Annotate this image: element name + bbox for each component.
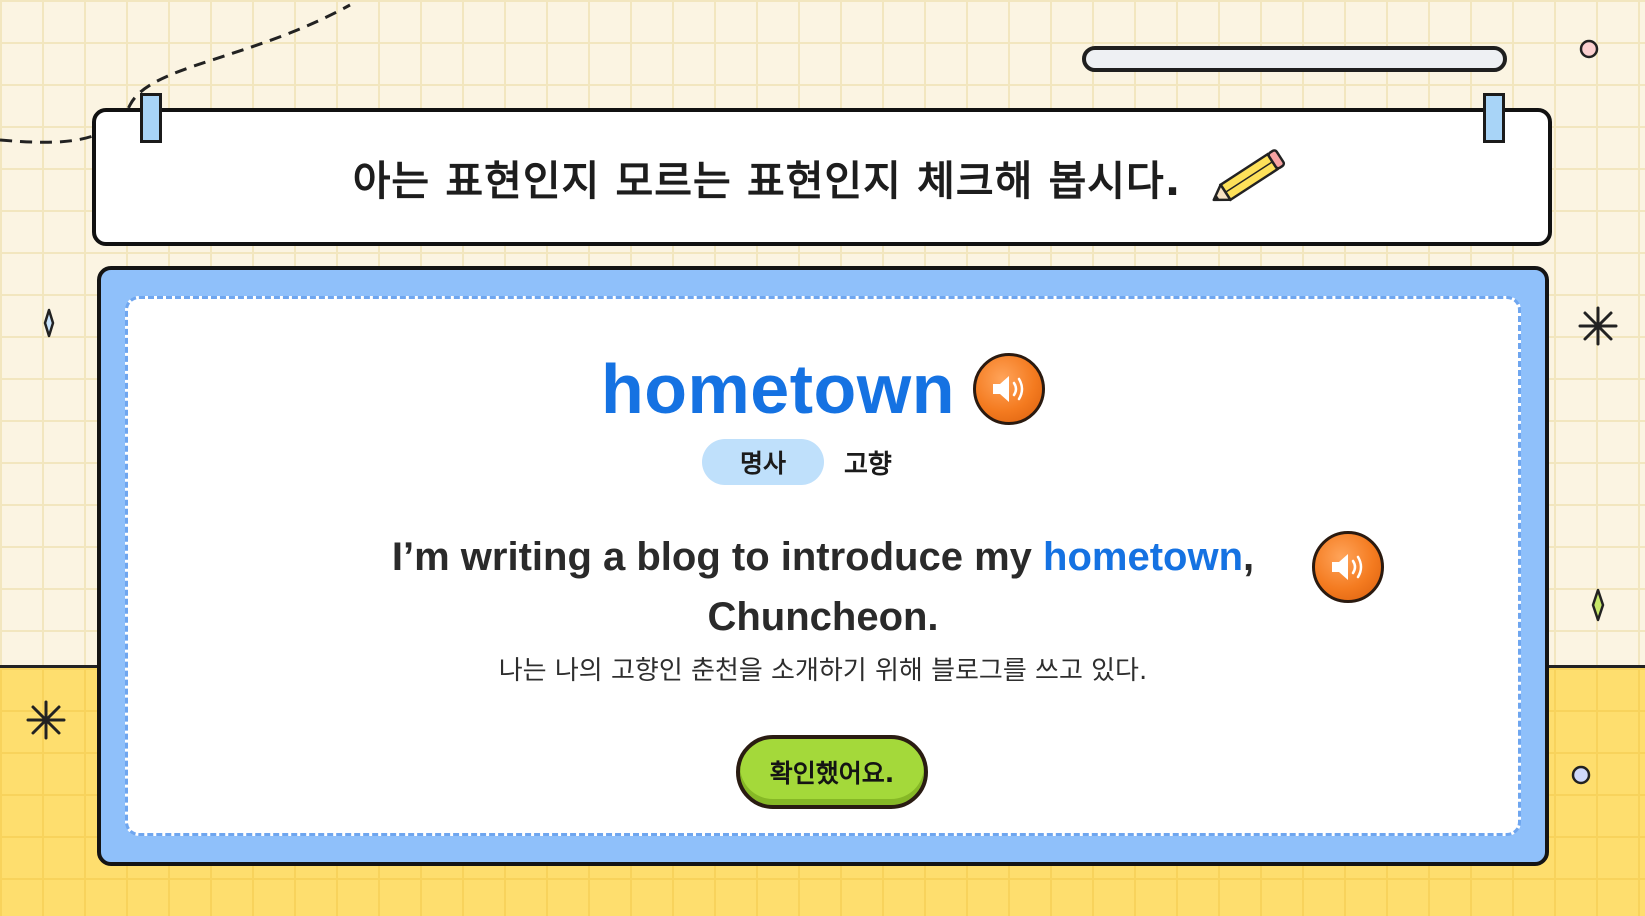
pos-row: 명사 고향	[128, 439, 1518, 485]
vocab-word: hometown	[601, 350, 955, 428]
sparkle-decoration	[43, 308, 55, 338]
circle-decoration	[1571, 765, 1591, 785]
example-sentence: I’m writing a blog to introduce my homet…	[128, 527, 1518, 647]
instruction-banner: 아는 표현인지 모르는 표현인지 체크해 봅시다.	[92, 108, 1552, 246]
speaker-icon	[992, 376, 1024, 402]
sentence-highlight-word: hometown	[1043, 535, 1243, 579]
circle-decoration	[1579, 39, 1599, 59]
word-card: hometown 명사 고향 I’m writing a blog to int…	[97, 266, 1549, 866]
sentence-line-2: Chuncheon.	[707, 595, 939, 639]
clip-right	[1483, 93, 1505, 143]
instruction-text: 아는 표현인지 모르는 표현인지 체크해 봅시다.	[352, 157, 1182, 205]
confirm-button[interactable]: 확인했어요.	[736, 735, 928, 809]
progress-bar	[1082, 46, 1507, 72]
part-of-speech-badge: 명사	[702, 439, 824, 485]
word-meaning: 고향	[844, 449, 892, 480]
star-decoration	[26, 700, 66, 740]
word-row: hometown	[128, 349, 1518, 429]
clip-left	[140, 93, 162, 143]
speaker-icon	[1332, 554, 1363, 580]
star-decoration	[1578, 306, 1618, 346]
sentence-translation: 나는 나의 고향인 춘천을 소개하기 위해 블로그를 쓰고 있다.	[498, 656, 1148, 686]
sentence-line-1: I’m writing a blog to introduce my homet…	[128, 527, 1518, 587]
pencil-icon	[1212, 149, 1286, 202]
sparkle-decoration	[1591, 588, 1605, 622]
word-card-inner: hometown 명사 고향 I’m writing a blog to int…	[125, 296, 1521, 836]
sentence-text-before: I’m writing a blog to introduce my	[391, 535, 1044, 579]
sentence-audio-button[interactable]	[1312, 531, 1384, 603]
sentence-text-after: ,	[1243, 535, 1255, 579]
word-audio-button[interactable]	[972, 353, 1045, 425]
